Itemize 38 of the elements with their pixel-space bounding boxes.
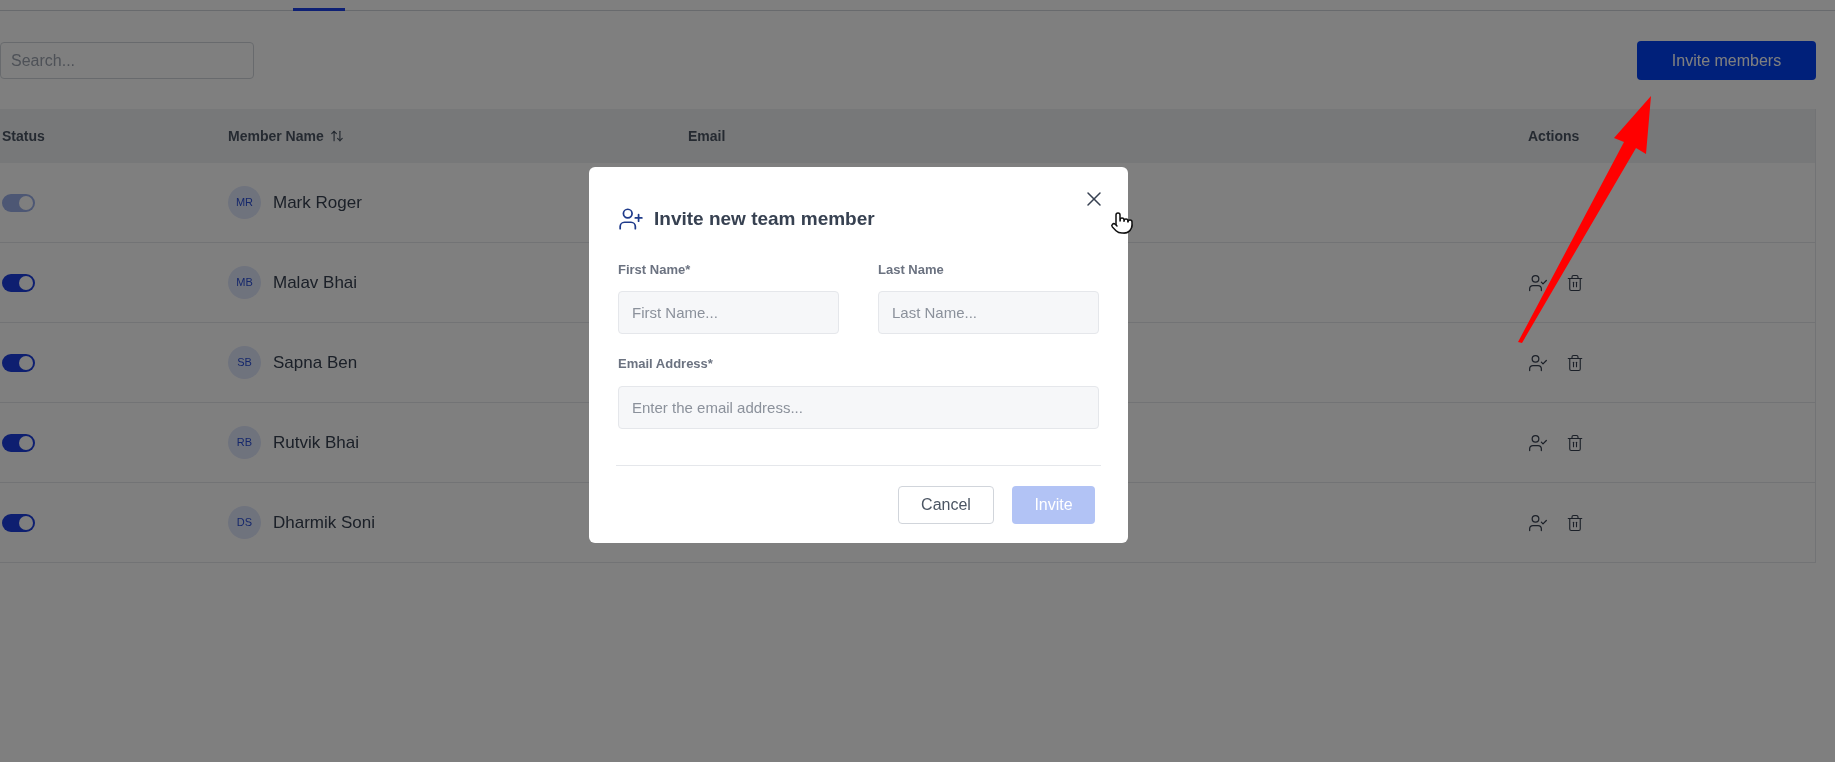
user-check-icon[interactable] xyxy=(1528,432,1548,453)
user-check-icon[interactable] xyxy=(1528,512,1548,533)
member-name: Sapna Ben xyxy=(273,351,358,374)
avatar: MB xyxy=(228,266,261,299)
user-check-icon[interactable] xyxy=(1528,272,1548,293)
field-label: Email Address* xyxy=(618,355,714,373)
user-plus-icon xyxy=(618,206,644,233)
input-field[interactable]: Last Name... xyxy=(878,291,1099,334)
avatar: MR xyxy=(228,186,261,219)
cancel-button[interactable]: Cancel xyxy=(898,485,994,524)
column-header[interactable]: Member Name xyxy=(228,125,324,147)
status-toggle[interactable] xyxy=(2,433,35,452)
column-header: Actions xyxy=(1528,126,1580,146)
dialog-title: Invite new team member xyxy=(654,207,875,231)
sort-icon[interactable] xyxy=(329,129,344,143)
avatar: RB xyxy=(228,426,261,459)
invite-members-button[interactable]: Invite members xyxy=(1637,41,1816,80)
trash-icon[interactable] xyxy=(1566,273,1584,292)
avatar: SB xyxy=(228,346,261,379)
input-field[interactable]: First Name... xyxy=(618,291,839,334)
field-label: First Name* xyxy=(618,260,692,279)
input-field[interactable]: Enter the email address... xyxy=(618,385,1099,429)
status-toggle[interactable] xyxy=(2,513,35,532)
field-label: Last Name xyxy=(878,260,945,279)
member-name: Mark Roger xyxy=(273,191,362,214)
member-name: Dharmik Soni xyxy=(273,511,376,534)
member-name: Malav Bhai xyxy=(273,271,358,294)
trash-icon[interactable] xyxy=(1566,513,1584,532)
status-toggle[interactable] xyxy=(2,353,35,372)
column-header: Email xyxy=(688,126,726,146)
user-check-icon[interactable] xyxy=(1528,352,1548,373)
status-toggle[interactable] xyxy=(2,273,35,292)
avatar: DS xyxy=(228,506,261,539)
trash-icon[interactable] xyxy=(1566,433,1584,452)
column-header: Status xyxy=(2,126,45,146)
trash-icon[interactable] xyxy=(1566,353,1584,372)
tab-indicator xyxy=(293,8,345,11)
member-name: Rutvik Bhai xyxy=(273,431,359,454)
